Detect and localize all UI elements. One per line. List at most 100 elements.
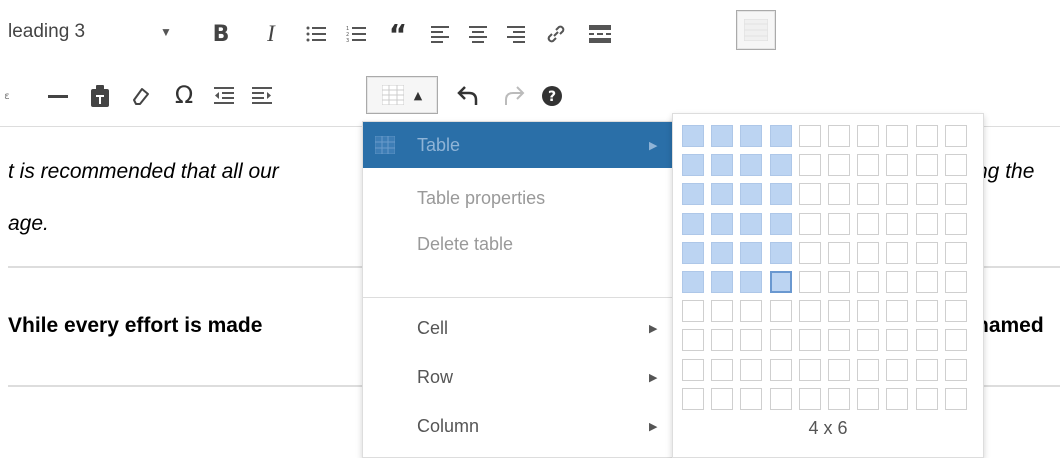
grid-cell[interactable] xyxy=(915,212,938,235)
menu-item-cell[interactable]: Cell ▶ xyxy=(363,305,673,351)
grid-cell[interactable] xyxy=(828,329,850,352)
grid-cell[interactable] xyxy=(886,241,909,264)
grid-cell[interactable] xyxy=(886,154,909,177)
grid-cell[interactable] xyxy=(682,387,704,410)
grid-cell[interactable] xyxy=(828,271,850,293)
menu-item-column[interactable]: Column ▶ xyxy=(363,403,673,449)
grid-cell[interactable] xyxy=(857,241,880,264)
grid-cell[interactable] xyxy=(915,154,938,177)
grid-cell[interactable] xyxy=(886,300,909,323)
grid-cell[interactable] xyxy=(828,183,850,206)
grid-cell[interactable] xyxy=(711,300,734,323)
grid-cell[interactable] xyxy=(798,241,821,264)
grid-cell[interactable] xyxy=(944,387,967,410)
grid-cell[interactable] xyxy=(740,241,763,264)
grid-cell[interactable] xyxy=(798,212,821,235)
grid-cell[interactable] xyxy=(740,300,763,323)
grid-cell[interactable] xyxy=(798,329,821,352)
grid-cell[interactable] xyxy=(682,125,704,147)
grid-cell[interactable] xyxy=(886,212,909,235)
grid-cell[interactable] xyxy=(769,358,792,381)
table-insert-grid[interactable] xyxy=(682,125,972,415)
grid-cell[interactable] xyxy=(857,329,880,352)
grid-cell[interactable] xyxy=(682,183,704,206)
grid-cell[interactable] xyxy=(711,387,734,410)
grid-cell[interactable] xyxy=(711,329,734,352)
menu-item-delete-table[interactable]: Delete table xyxy=(363,221,673,267)
grid-cell[interactable] xyxy=(682,241,704,264)
grid-cell[interactable] xyxy=(740,212,763,235)
grid-cell[interactable] xyxy=(769,387,792,410)
grid-cell[interactable] xyxy=(740,329,763,352)
grid-cell[interactable] xyxy=(857,125,880,147)
grid-cell[interactable] xyxy=(828,387,850,410)
grid-cell[interactable] xyxy=(857,212,880,235)
grid-cell[interactable] xyxy=(915,329,938,352)
grid-cell[interactable] xyxy=(711,154,734,177)
grid-cell[interactable] xyxy=(915,387,938,410)
grid-cell[interactable] xyxy=(740,358,763,381)
grid-cell[interactable] xyxy=(857,183,880,206)
grid-cell[interactable] xyxy=(828,358,850,381)
grid-cell[interactable] xyxy=(944,154,967,177)
grid-cell[interactable] xyxy=(857,271,880,293)
grid-cell[interactable] xyxy=(769,183,792,206)
grid-cell[interactable] xyxy=(769,154,792,177)
grid-cell[interactable] xyxy=(886,125,909,147)
grid-cell[interactable] xyxy=(769,212,792,235)
grid-cell[interactable] xyxy=(769,300,792,323)
grid-cell[interactable] xyxy=(828,241,850,264)
grid-cell[interactable] xyxy=(857,300,880,323)
grid-cell[interactable] xyxy=(682,212,704,235)
grid-cell[interactable] xyxy=(828,154,850,177)
grid-cell[interactable] xyxy=(798,358,821,381)
grid-cell[interactable] xyxy=(915,271,938,293)
grid-cell[interactable] xyxy=(682,300,704,323)
grid-cell[interactable] xyxy=(798,271,821,293)
grid-cell[interactable] xyxy=(769,125,792,147)
grid-cell[interactable] xyxy=(886,183,909,206)
grid-cell[interactable] xyxy=(798,387,821,410)
grid-cell[interactable] xyxy=(828,212,850,235)
grid-cell[interactable] xyxy=(944,125,967,147)
grid-cell[interactable] xyxy=(711,183,734,206)
grid-cell[interactable] xyxy=(682,358,704,381)
grid-cell[interactable] xyxy=(740,183,763,206)
grid-cell[interactable] xyxy=(915,125,938,147)
grid-cell[interactable] xyxy=(828,125,850,147)
grid-cell[interactable] xyxy=(944,212,967,235)
grid-cell[interactable] xyxy=(740,271,763,293)
grid-cell[interactable] xyxy=(857,387,880,410)
grid-cell[interactable] xyxy=(886,387,909,410)
grid-cell[interactable] xyxy=(944,271,967,293)
grid-cell[interactable] xyxy=(944,329,967,352)
grid-cell[interactable] xyxy=(886,358,909,381)
menu-item-table[interactable]: Table ▶ xyxy=(363,122,673,168)
grid-cell[interactable] xyxy=(857,358,880,381)
grid-cell[interactable] xyxy=(711,125,734,147)
grid-cell[interactable] xyxy=(944,183,967,206)
grid-cell[interactable] xyxy=(711,358,734,381)
grid-cell[interactable] xyxy=(740,125,763,147)
grid-cell[interactable] xyxy=(769,329,792,352)
grid-cell[interactable] xyxy=(944,300,967,323)
grid-cell[interactable] xyxy=(740,154,763,177)
grid-cell[interactable] xyxy=(944,241,967,264)
grid-cell[interactable] xyxy=(682,329,704,352)
grid-cell[interactable] xyxy=(769,271,792,293)
grid-cell[interactable] xyxy=(711,212,734,235)
grid-cell[interactable] xyxy=(944,358,967,381)
grid-cell[interactable] xyxy=(798,183,821,206)
grid-cell[interactable] xyxy=(915,300,938,323)
grid-cell[interactable] xyxy=(886,329,909,352)
grid-cell[interactable] xyxy=(711,271,734,293)
menu-item-row[interactable]: Row ▶ xyxy=(363,354,673,400)
grid-cell[interactable] xyxy=(798,154,821,177)
menu-item-table-properties[interactable]: Table properties xyxy=(363,175,673,221)
grid-cell[interactable] xyxy=(915,241,938,264)
grid-cell[interactable] xyxy=(886,271,909,293)
grid-cell[interactable] xyxy=(682,154,704,177)
grid-cell[interactable] xyxy=(857,154,880,177)
grid-cell[interactable] xyxy=(682,271,704,293)
grid-cell[interactable] xyxy=(828,300,850,323)
